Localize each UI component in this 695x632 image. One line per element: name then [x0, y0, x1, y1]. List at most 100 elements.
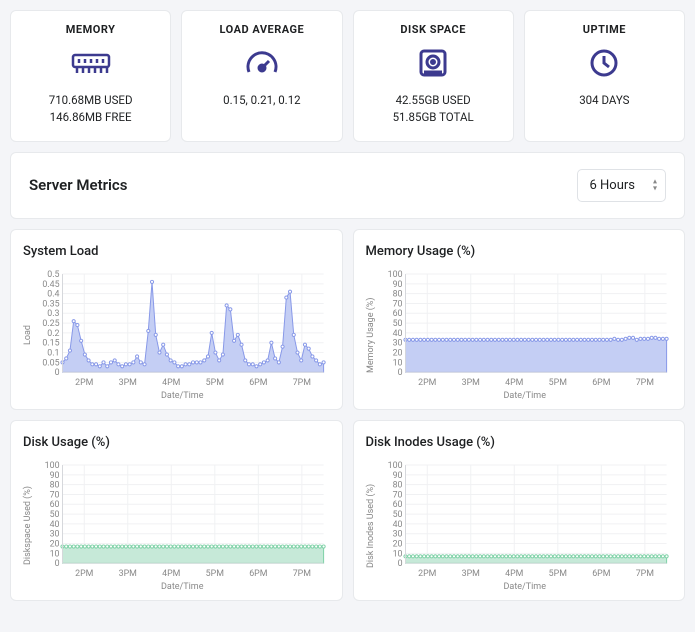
load-title: LOAD AVERAGE	[188, 23, 335, 36]
memory-title: MEMORY	[17, 23, 164, 36]
svg-text:80: 80	[392, 289, 402, 299]
svg-text:0.4: 0.4	[47, 289, 59, 299]
svg-text:100: 100	[387, 460, 402, 470]
svg-text:10: 10	[392, 358, 402, 368]
svg-text:0.05: 0.05	[42, 358, 59, 368]
svg-text:5PM: 5PM	[206, 568, 224, 578]
svg-text:80: 80	[392, 480, 402, 490]
memory-free: 146.86MB FREE	[17, 109, 164, 126]
uptime-value: 304 DAYS	[531, 92, 678, 109]
svg-text:50: 50	[50, 510, 60, 520]
uptime-card: UPTIME 304 DAYS	[524, 10, 685, 142]
svg-text:3PM: 3PM	[461, 568, 479, 578]
time-range-value: 6 Hours	[590, 178, 636, 193]
y-axis-label: Diskspace Used (%)	[23, 460, 33, 592]
svg-text:0.15: 0.15	[42, 338, 59, 348]
svg-text:0.2: 0.2	[47, 328, 59, 338]
svg-text:40: 40	[392, 328, 402, 338]
svg-text:70: 70	[50, 490, 60, 500]
svg-text:60: 60	[50, 500, 60, 510]
x-axis-label: Date/Time	[378, 582, 673, 592]
svg-text:2PM: 2PM	[75, 568, 93, 578]
svg-text:40: 40	[392, 519, 402, 529]
chart-svg: 01020304050607080901002PM3PM4PM5PM6PM7PM	[35, 460, 330, 580]
svg-text:0: 0	[397, 368, 402, 378]
load-card: LOAD AVERAGE 0.15, 0.21, 0.12	[181, 10, 342, 142]
system-load-chart: System Load Load 00.050.10.150.20.250.30…	[10, 229, 343, 410]
svg-text:40: 40	[50, 519, 60, 529]
svg-text:0: 0	[397, 559, 402, 569]
svg-text:90: 90	[392, 470, 402, 480]
chart-svg: 01020304050607080901002PM3PM4PM5PM6PM7PM	[378, 460, 673, 580]
svg-text:5PM: 5PM	[548, 568, 566, 578]
svg-text:2PM: 2PM	[418, 377, 436, 387]
select-arrows-icon: ▴▾	[653, 179, 657, 192]
svg-text:2PM: 2PM	[75, 377, 93, 387]
svg-text:5PM: 5PM	[548, 377, 566, 387]
svg-text:50: 50	[392, 510, 402, 520]
svg-text:70: 70	[392, 490, 402, 500]
svg-text:5PM: 5PM	[206, 377, 224, 387]
chart-title: System Load	[23, 244, 330, 259]
svg-text:4PM: 4PM	[162, 568, 180, 578]
x-axis-label: Date/Time	[378, 391, 673, 401]
svg-text:7PM: 7PM	[293, 377, 311, 387]
gauge-icon	[188, 46, 335, 80]
svg-text:6PM: 6PM	[249, 377, 267, 387]
svg-text:0.3: 0.3	[47, 309, 59, 319]
charts-grid: System Load Load 00.050.10.150.20.250.30…	[0, 229, 695, 611]
inode-usage-chart: Disk Inodes Usage (%) Disk Inodes Used (…	[353, 420, 686, 601]
svg-text:4PM: 4PM	[505, 377, 523, 387]
disk-icon	[360, 46, 507, 80]
chart-title: Disk Inodes Usage (%)	[366, 435, 673, 450]
chart-svg: 01020304050607080901002PM3PM4PM5PM6PM7PM	[378, 269, 673, 389]
disk-title: DISK SPACE	[360, 23, 507, 36]
svg-text:20: 20	[392, 348, 402, 358]
svg-text:3PM: 3PM	[119, 377, 137, 387]
svg-text:3PM: 3PM	[461, 377, 479, 387]
disk-used: 42.55GB USED	[360, 92, 507, 109]
chart-svg: 00.050.10.150.20.250.30.350.40.450.52PM3…	[35, 269, 330, 389]
svg-text:10: 10	[50, 549, 60, 559]
memory-used: 710.68MB USED	[17, 92, 164, 109]
clock-icon	[531, 46, 678, 80]
svg-text:20: 20	[392, 539, 402, 549]
svg-text:0: 0	[55, 559, 60, 569]
svg-text:30: 30	[392, 338, 402, 348]
svg-text:30: 30	[50, 529, 60, 539]
metrics-header: Server Metrics 6 Hours ▴▾	[10, 152, 685, 219]
metrics-title: Server Metrics	[29, 176, 127, 194]
svg-text:0.1: 0.1	[47, 348, 59, 358]
svg-text:90: 90	[50, 470, 60, 480]
disk-card: DISK SPACE 42.55GB USED 51.85GB TOTAL	[353, 10, 514, 142]
svg-text:0.35: 0.35	[42, 299, 59, 309]
svg-text:7PM: 7PM	[635, 568, 653, 578]
svg-text:3PM: 3PM	[119, 568, 137, 578]
svg-text:6PM: 6PM	[249, 568, 267, 578]
memory-card: MEMORY 710.68MB USED 146.86MB FREE	[10, 10, 171, 142]
disk-total: 51.85GB TOTAL	[360, 109, 507, 126]
chart-title: Memory Usage (%)	[366, 244, 673, 259]
svg-text:60: 60	[392, 309, 402, 319]
chart-title: Disk Usage (%)	[23, 435, 330, 450]
svg-text:70: 70	[392, 299, 402, 309]
stat-cards-row: MEMORY 710.68MB USED 146.86MB FREE LOAD …	[0, 0, 695, 152]
uptime-title: UPTIME	[531, 23, 678, 36]
svg-text:4PM: 4PM	[162, 377, 180, 387]
y-axis-label: Disk Inodes Used (%)	[366, 460, 376, 592]
svg-text:10: 10	[392, 549, 402, 559]
disk-usage-chart: Disk Usage (%) Diskspace Used (%) 010203…	[10, 420, 343, 601]
svg-text:60: 60	[392, 500, 402, 510]
svg-text:0.25: 0.25	[42, 319, 59, 329]
memory-icon	[17, 46, 164, 80]
svg-text:7PM: 7PM	[635, 377, 653, 387]
svg-text:6PM: 6PM	[592, 377, 610, 387]
time-range-select[interactable]: 6 Hours ▴▾	[577, 169, 667, 202]
svg-text:90: 90	[392, 279, 402, 289]
svg-text:30: 30	[392, 529, 402, 539]
svg-text:6PM: 6PM	[592, 568, 610, 578]
svg-text:0: 0	[55, 368, 60, 378]
svg-text:100: 100	[45, 460, 60, 470]
load-values: 0.15, 0.21, 0.12	[188, 92, 335, 109]
svg-text:0.45: 0.45	[42, 279, 59, 289]
